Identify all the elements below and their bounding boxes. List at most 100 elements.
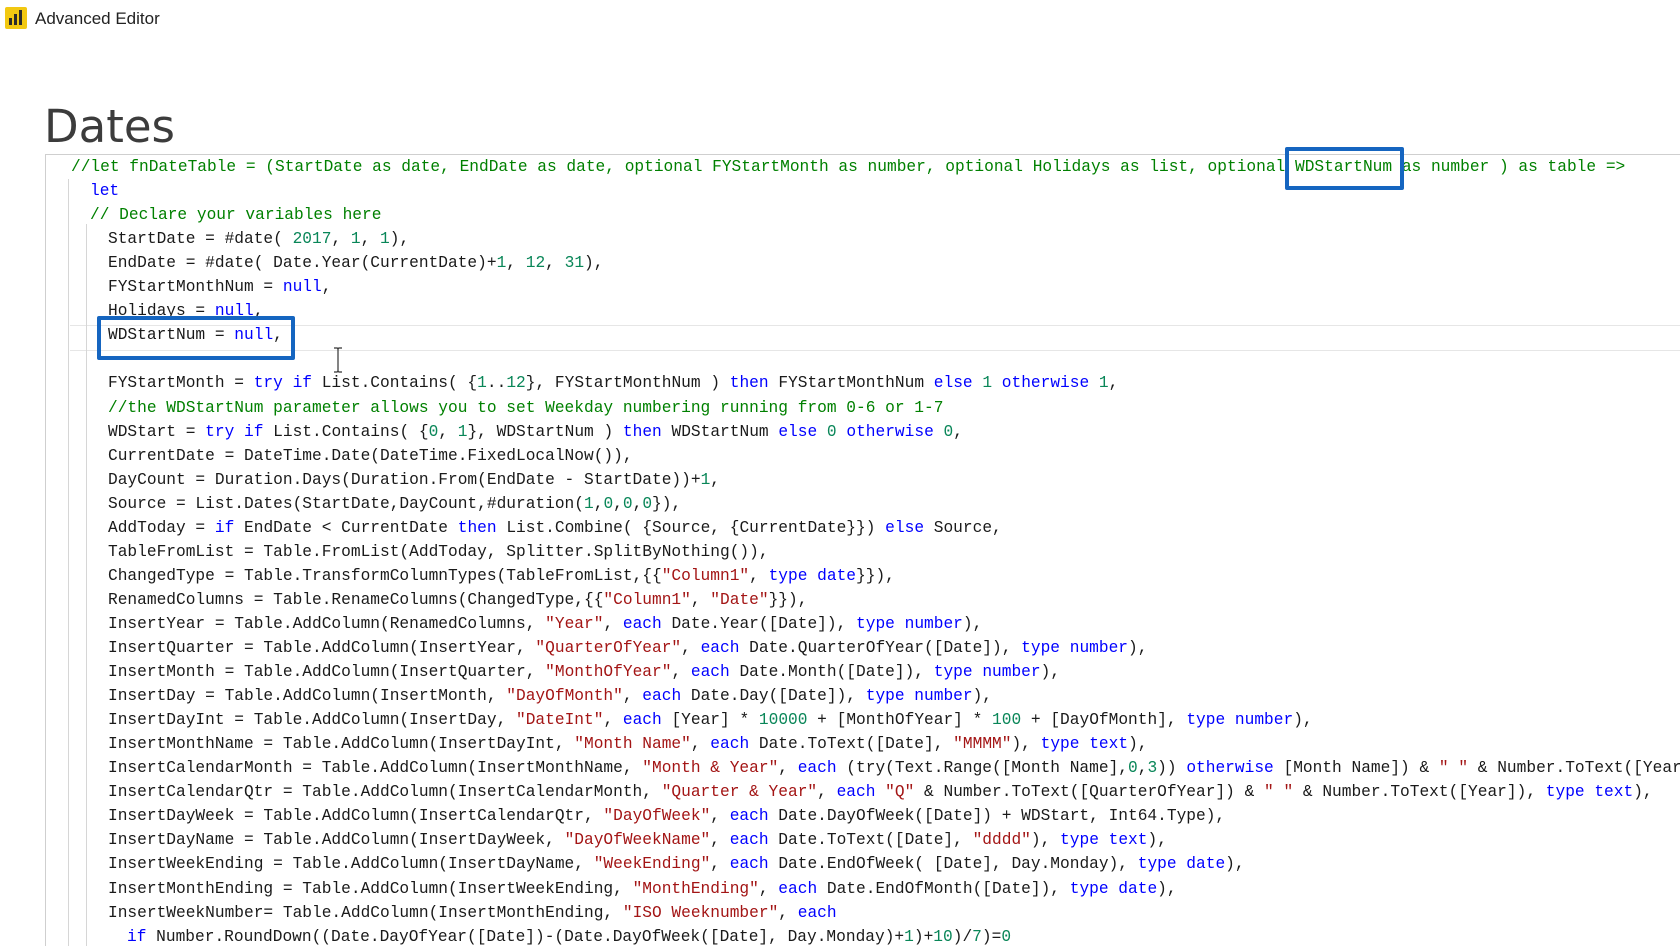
code-line[interactable]: InsertMonthEnding = Table.AddColumn(Inse…	[108, 877, 1177, 901]
code-token: + [MonthOfYear] *	[807, 711, 993, 730]
code-line[interactable]: EndDate = #date( Date.Year(CurrentDate)+…	[108, 251, 603, 275]
power-bi-icon	[5, 7, 27, 29]
code-token: Date.EndOfWeek( [Date], Day.Monday),	[778, 855, 1138, 874]
code-line[interactable]: FYStartMonth = try if List.Contains( {1.…	[108, 371, 1118, 395]
code-token: Source = List.Dates(StartDate,DayCount,#…	[108, 494, 584, 513]
code-token: ChangedType = Table.TransformColumnTypes…	[108, 566, 662, 585]
code-line[interactable]: TableFromList = Table.FromList(AddToday,…	[108, 540, 769, 564]
code-token: ,	[438, 422, 458, 441]
code-token: 0	[943, 422, 954, 441]
code-line[interactable]: InsertWeekNumber= Table.AddColumn(Insert…	[108, 901, 837, 925]
code-token: then	[622, 422, 672, 441]
code-line[interactable]: InsertCalendarQtr = Table.AddColumn(Inse…	[108, 780, 1653, 804]
code-line[interactable]: InsertCalendarMonth = Table.AddColumn(In…	[108, 756, 1680, 780]
code-token: "DateInt"	[516, 711, 604, 730]
code-line[interactable]: InsertDay = Table.AddColumn(InsertMonth,…	[108, 684, 992, 708]
code-line[interactable]: WDStart = try if List.Contains( {0, 1}, …	[108, 420, 963, 444]
code-line[interactable]: Holidays = null,	[108, 299, 263, 323]
code-token: ,	[710, 807, 730, 826]
code-token: 31	[564, 254, 585, 273]
code-token: ),	[1157, 879, 1177, 898]
code-line[interactable]: let	[90, 179, 119, 203]
code-token: "QuarterOfYear"	[535, 639, 682, 657]
code-line[interactable]: InsertMonth = Table.AddColumn(InsertQuar…	[108, 660, 1060, 684]
code-token: "Column1"	[603, 590, 691, 609]
code-line[interactable]: DayCount = Duration.Days(Duration.From(E…	[108, 468, 720, 492]
code-token: Source,	[933, 518, 1002, 537]
code-token: ,	[321, 278, 332, 297]
title-bar: Advanced Editor	[0, 0, 1680, 38]
code-token: ),	[962, 614, 983, 633]
code-line[interactable]: InsertYear = Table.AddColumn(RenamedColu…	[108, 612, 982, 636]
code-token: [Year] *	[671, 711, 759, 730]
code-line[interactable]: AddToday = if EndDate < CurrentDate then…	[108, 516, 1002, 540]
code-line[interactable]: // Declare your variables here	[90, 203, 381, 227]
code-line[interactable]: ChangedType = Table.TransformColumnTypes…	[108, 564, 895, 588]
code-token: 1	[477, 374, 487, 393]
code-token: InsertMonth = Table.AddColumn(InsertQuar…	[108, 663, 546, 682]
code-token: ),	[1225, 855, 1245, 874]
code-line[interactable]: //let fnDateTable = (StartDate as date, …	[71, 155, 1625, 179]
code-token: ,	[778, 759, 798, 778]
code-token: type number	[865, 687, 973, 706]
code-line[interactable]: InsertWeekEnding = Table.AddColumn(Inser…	[108, 852, 1245, 876]
code-token: WDStart =	[108, 422, 206, 441]
code-token: 1	[457, 422, 468, 441]
code-token: Date.EndOfMonth([Date]),	[826, 879, 1070, 898]
code-token: InsertCalendarMonth = Table.AddColumn(In…	[108, 759, 643, 778]
code-token: ,	[360, 230, 381, 249]
code-token: & Number.ToText([Year	[1468, 759, 1680, 778]
code-line[interactable]: WDStartNum = null,	[108, 323, 283, 347]
code-line[interactable]: InsertDayInt = Table.AddColumn(InsertDay…	[108, 708, 1313, 732]
code-token: each	[710, 735, 759, 754]
code-token: each	[622, 711, 672, 730]
code-token: InsertWeekNumber= Table.AddColumn(Insert…	[108, 903, 623, 922]
code-token: InsertMonthName = Table.AddColumn(Insert…	[108, 735, 575, 754]
code-token: ),	[1030, 831, 1061, 850]
code-line[interactable]: Source = List.Dates(StartDate,DayCount,#…	[108, 492, 681, 516]
code-line[interactable]: InsertMonthName = Table.AddColumn(Insert…	[108, 732, 1148, 756]
code-line[interactable]: InsertQuarter = Table.AddColumn(InsertYe…	[108, 636, 1147, 660]
code-token: each	[797, 903, 837, 922]
code-token: 2017	[292, 230, 332, 249]
code-token: Date.DayOfWeek([Date]) + WDStart, Int64.…	[778, 807, 1226, 826]
code-line[interactable]: //the WDStartNum parameter allows you to…	[108, 396, 943, 420]
code-token: & Number.ToText([Year]),	[1293, 783, 1546, 802]
code-token: }}),	[768, 590, 808, 609]
code-token: ,	[710, 855, 730, 874]
code-token: ,	[817, 783, 837, 802]
code-line[interactable]: if Number.RoundDown((Date.DayOfYear([Dat…	[127, 925, 1011, 946]
code-token: InsertCalendarQtr = Table.AddColumn(Inse…	[108, 783, 662, 802]
code-line[interactable]: InsertDayWeek = Table.AddColumn(InsertCa…	[108, 804, 1225, 828]
code-token: type text	[1040, 735, 1129, 754]
code-token: "Column1"	[661, 566, 750, 585]
code-token: each	[729, 831, 779, 850]
code-token: ))	[1157, 759, 1187, 778]
code-token: "MonthEnding"	[632, 879, 759, 898]
code-editor[interactable]: //let fnDateTable = (StartDate as date, …	[45, 154, 1680, 946]
code-token: if	[214, 518, 245, 537]
code-token: "Q"	[885, 783, 915, 802]
code-token: InsertWeekEnding = Table.AddColumn(Inser…	[108, 855, 594, 874]
code-token: ,	[953, 422, 963, 441]
code-token: otherwise	[1186, 759, 1284, 778]
code-line[interactable]: InsertDayName = Table.AddColumn(InsertDa…	[108, 828, 1167, 852]
code-line[interactable]: FYStartMonthNum = null,	[108, 275, 331, 299]
current-line-highlight	[70, 325, 1680, 351]
code-token: ,	[622, 687, 643, 706]
code-line[interactable]: StartDate = #date( 2017, 1, 1),	[108, 227, 409, 251]
code-token: 12	[506, 374, 526, 393]
code-token: )=	[981, 927, 1002, 946]
code-token: try if	[253, 374, 322, 393]
code-token: null	[234, 326, 274, 345]
code-line[interactable]: CurrentDate = DateTime.Date(DateTime.Fix…	[108, 444, 633, 468]
code-token: 0	[603, 494, 614, 513]
code-token: InsertMonthEnding = Table.AddColumn(Inse…	[108, 879, 633, 898]
code-token: ,	[758, 879, 779, 898]
code-token: otherwise	[836, 422, 944, 441]
code-token: 1	[1098, 374, 1109, 393]
window-title: Advanced Editor	[35, 9, 160, 28]
code-line[interactable]: RenamedColumns = Table.RenameColumns(Cha…	[108, 588, 807, 612]
code-token: }, FYStartMonthNum )	[525, 374, 730, 393]
code-token: else	[885, 518, 934, 537]
